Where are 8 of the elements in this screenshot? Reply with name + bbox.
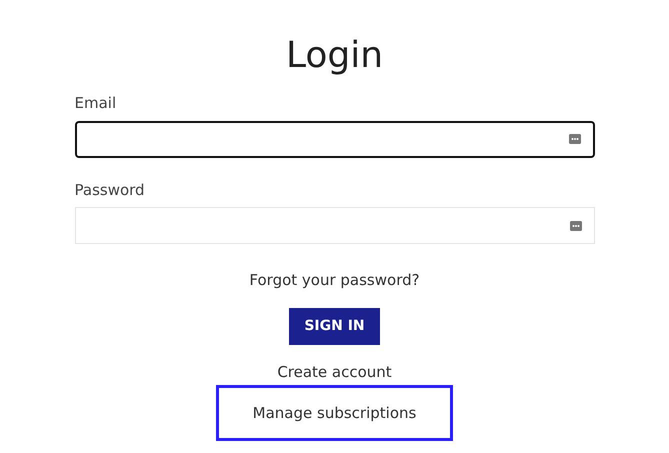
sign-in-button[interactable]: SIGN IN — [289, 308, 380, 346]
input-field[interactable] — [74, 120, 594, 158]
account-link[interactable]: Create account — [277, 361, 392, 384]
account-link[interactable]: Manage subscriptions — [216, 384, 454, 442]
forgot-password-link[interactable]: Forgot your password? — [249, 269, 420, 292]
field-label: Email — [74, 93, 116, 114]
page-title: Login — [284, 34, 384, 78]
field-label: Password — [74, 180, 145, 201]
